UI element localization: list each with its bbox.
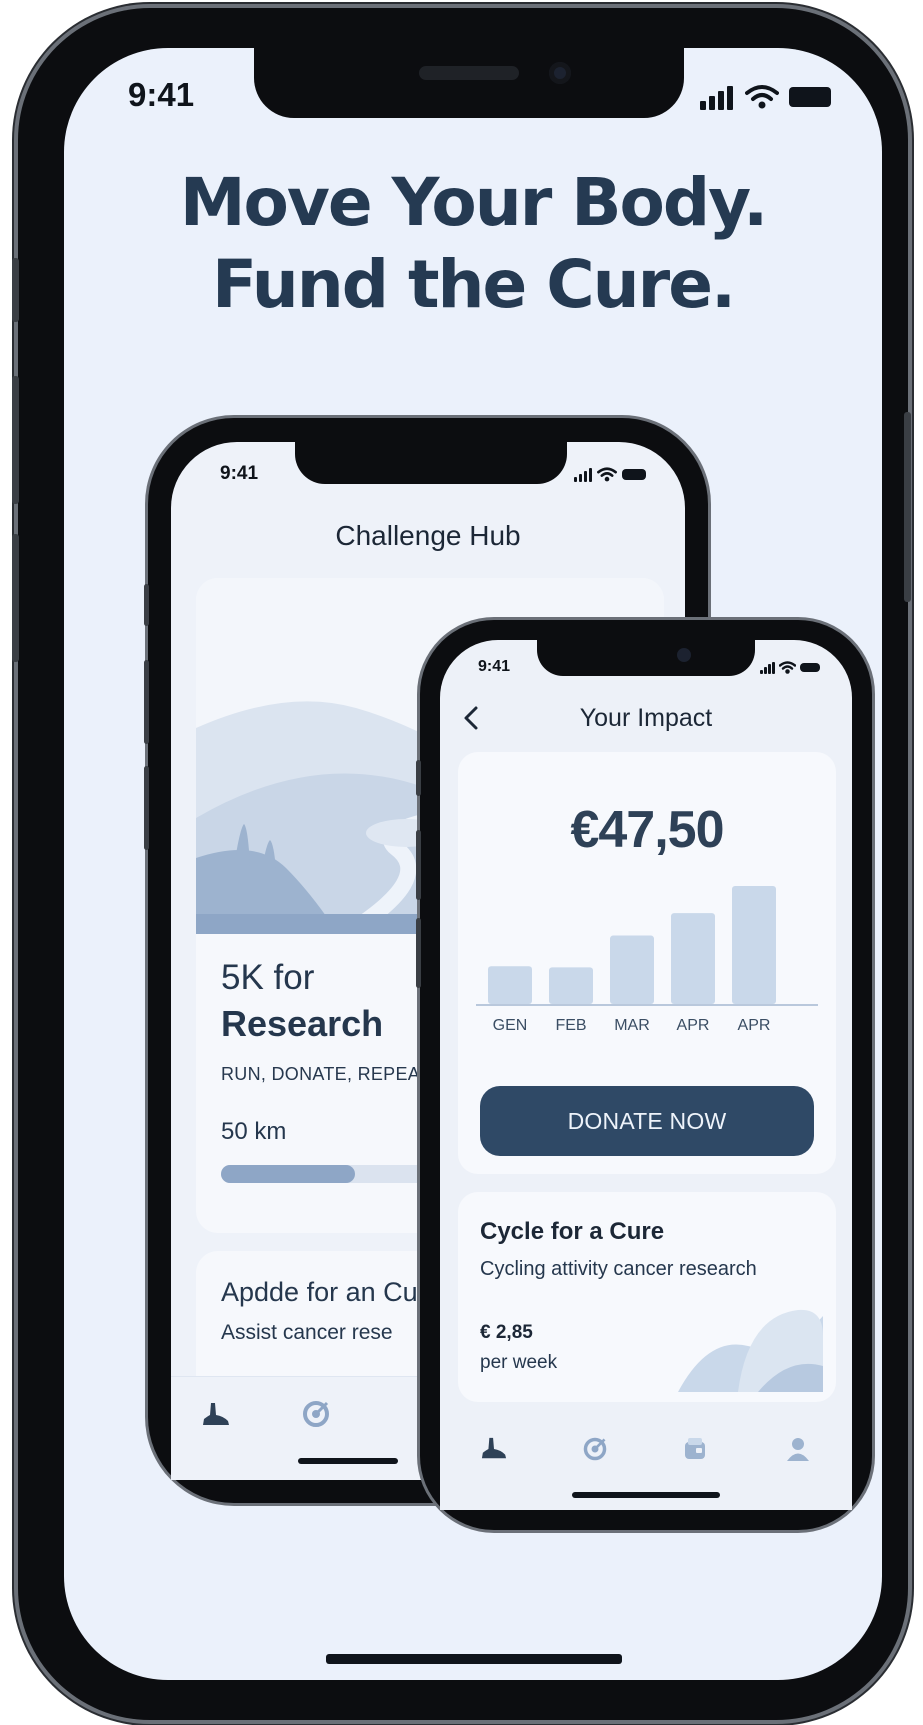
- cellular-signal-icon: [760, 662, 775, 674]
- headline-line-1: Move Your Body.: [179, 164, 768, 241]
- volume-down-button: [12, 534, 19, 662]
- chart-bar: [671, 913, 715, 1004]
- shoe-icon[interactable]: [201, 1401, 231, 1429]
- cellular-signal-icon: [574, 468, 592, 482]
- front-phone-side-button: [416, 918, 421, 988]
- battery-icon: [622, 469, 646, 480]
- front-phone-side-button: [416, 760, 421, 796]
- battery-icon: [800, 663, 820, 672]
- back-phone-side-button: [144, 584, 149, 626]
- back-status-time: 9:41: [220, 463, 259, 484]
- back-phone-side-button: [144, 660, 149, 744]
- wifi-icon: [597, 467, 617, 482]
- cycle-card-amount: € 2,85: [480, 1322, 533, 1343]
- hills-illustration: [678, 1309, 823, 1392]
- front-home-indicator[interactable]: [572, 1492, 720, 1498]
- donate-now-button[interactable]: DONATE NOW: [480, 1086, 814, 1156]
- front-phone-notch: [537, 640, 755, 676]
- back-phone-notch: [295, 442, 567, 484]
- shoe-icon[interactable]: [480, 1436, 508, 1462]
- chart-category-label: APR: [677, 1017, 710, 1034]
- cycle-challenge-card[interactable]: Cycle for a Cure Cycling attivity cancer…: [458, 1192, 836, 1402]
- impact-card: €47,50 GEN FEB MAR APR APR DONATE NOW: [458, 752, 836, 1174]
- mute-switch: [12, 258, 19, 322]
- front-camera: [549, 62, 571, 84]
- challenge-name-line-1: 5K for: [221, 958, 315, 997]
- wallet-icon[interactable]: [682, 1436, 708, 1462]
- outer-home-indicator[interactable]: [326, 1654, 622, 1664]
- front-status-time: 9:41: [478, 658, 511, 675]
- chart-category-label: GEN: [493, 1017, 528, 1034]
- challenge-tagline: RUN, DONATE, REPEA: [221, 1064, 421, 1084]
- chart-category-label: FEB: [555, 1017, 586, 1034]
- power-button: [904, 412, 911, 602]
- chart-category-label: MAR: [614, 1017, 650, 1034]
- chart-bar: [488, 966, 532, 1004]
- front-status-icons: [760, 660, 820, 674]
- wifi-icon: [779, 661, 796, 674]
- chart-bar: [610, 935, 654, 1004]
- volume-up-button: [12, 376, 19, 504]
- back-phone-side-button: [144, 766, 149, 850]
- challenge-progress-fill: [221, 1165, 356, 1183]
- chart-bar: [549, 967, 593, 1004]
- secondary-card-title: Apdde for an Cu: [221, 1277, 418, 1307]
- speaker-grille: [419, 66, 519, 80]
- headline-line-2: Fund the Cure.: [211, 246, 736, 323]
- battery-icon: [789, 87, 831, 107]
- screen-title: Your Impact: [579, 704, 713, 732]
- front-phone-side-button: [416, 830, 421, 900]
- chart-bar: [732, 886, 776, 1004]
- outer-notch: [254, 48, 684, 118]
- back-home-indicator[interactable]: [298, 1458, 398, 1464]
- chart-category-label: APR: [738, 1017, 771, 1034]
- cycle-card-title: Cycle for a Cure: [480, 1218, 665, 1245]
- impact-amount: €47,50: [570, 801, 724, 859]
- wifi-icon: [745, 85, 779, 109]
- challenge-name-line-2: Research: [221, 1003, 384, 1044]
- target-icon[interactable]: [582, 1436, 608, 1462]
- monthly-donation-chart: GEN FEB MAR APR APR: [476, 886, 818, 1034]
- outer-status-icons: [700, 82, 831, 110]
- challenge-distance: 50 km: [221, 1118, 287, 1145]
- cycle-card-subtitle: Cycling attivity cancer research: [480, 1258, 757, 1280]
- target-icon[interactable]: [301, 1399, 331, 1429]
- front-camera: [677, 648, 691, 662]
- profile-icon[interactable]: [785, 1436, 811, 1462]
- secondary-card-subtitle: Assist cancer rese: [221, 1321, 393, 1344]
- back-status-icons: [574, 466, 646, 482]
- cycle-card-period: per week: [480, 1352, 558, 1373]
- outer-status-time: 9:41: [128, 76, 195, 113]
- cellular-signal-icon: [700, 86, 733, 110]
- screen-title: Challenge Hub: [335, 520, 521, 551]
